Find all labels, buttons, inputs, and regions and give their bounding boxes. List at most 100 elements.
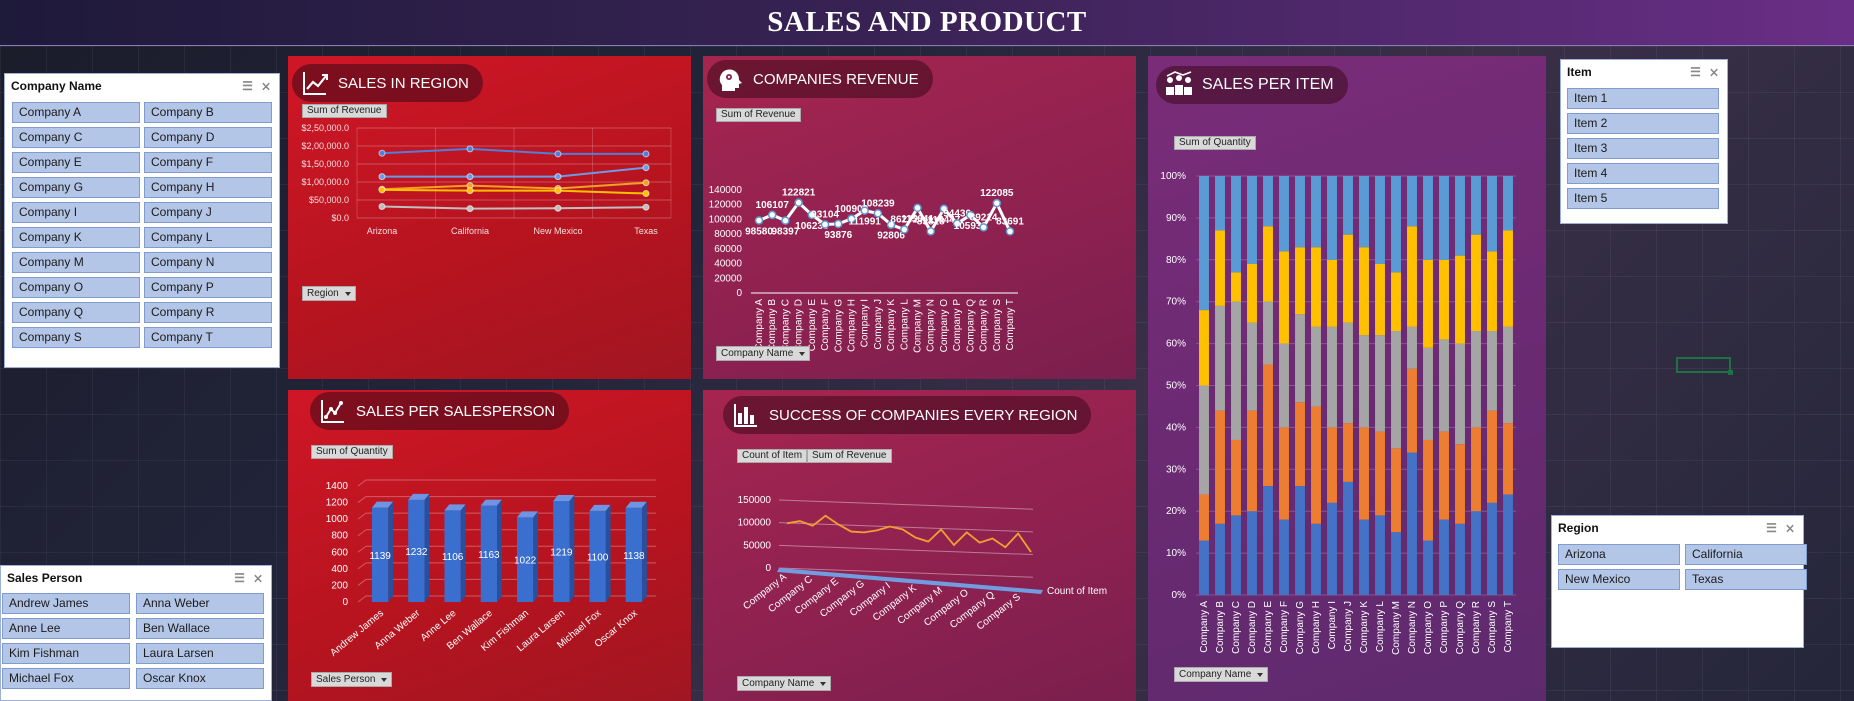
y-tick-label: 40% (1166, 422, 1186, 433)
gridline (778, 544, 1034, 556)
stacked-bar-segment (1391, 448, 1401, 533)
stacked-bar-segment (1423, 259, 1433, 348)
company-axis-dropdown[interactable]: Company Name (737, 676, 832, 691)
slicer-item[interactable]: California (1685, 544, 1807, 565)
slicer-item[interactable]: Company Q (12, 302, 140, 323)
slicer-item[interactable]: Company P (144, 277, 272, 298)
company-axis-dropdown[interactable]: Company Name (1174, 667, 1269, 682)
dashboard-title: SALES AND PRODUCT (767, 6, 1087, 38)
slicer-title: Company Name (11, 79, 102, 93)
stacked-bar-segment (1343, 322, 1353, 424)
stacked-bar-segment (1487, 331, 1497, 411)
companies-revenue-chart: 140000 120000 100000 80000 60000 40000 20000 0 9… (709, 185, 1025, 353)
slicer-item[interactable]: Texas (1685, 569, 1807, 590)
y-tick-label: 70% (1166, 297, 1186, 308)
slicer-item[interactable]: Company J (144, 202, 272, 223)
slicer-item[interactable]: Company O (12, 277, 140, 298)
data-point (642, 164, 650, 172)
slicer-item[interactable]: Company H (144, 177, 272, 198)
stacked-bar-segment (1471, 234, 1481, 332)
slicer-item[interactable]: Company N (144, 252, 272, 273)
stacked-bar-segment (1359, 427, 1369, 520)
x-tick-label: Company I (860, 299, 871, 347)
slicer-item[interactable]: Company L (144, 227, 272, 248)
slicer-item[interactable]: New Mexico (1558, 569, 1680, 590)
slicer-item[interactable]: Anna Weber (136, 593, 264, 614)
slicer-item[interactable]: Company E (12, 152, 140, 173)
slicer-item[interactable]: Company F (144, 152, 272, 173)
slicer-item[interactable]: Item 2 (1567, 113, 1719, 134)
region-axis-dropdown[interactable]: Region (302, 286, 356, 301)
selected-cell[interactable] (1676, 357, 1733, 375)
clear-filter-icon[interactable]: ⨯ (253, 571, 263, 585)
y-tick-label: 60% (1166, 339, 1186, 350)
x-tick-label: Company H (1311, 601, 1322, 654)
multi-select-icon[interactable]: ☰ (1766, 521, 1777, 535)
data-point (926, 227, 935, 236)
slicer-item[interactable]: Andrew James (2, 593, 130, 614)
y-tick-label: 100% (1160, 171, 1186, 182)
sales-in-region-chart: $2,50,000.0 $2,00,000.0 $1,50,000.0 $1,00,0… (301, 123, 672, 236)
data-label: 1022 (514, 556, 537, 567)
y-tick-label: 200 (331, 580, 348, 591)
slicer-item[interactable]: Company C (12, 127, 140, 148)
stacked-bar-segment (1327, 502, 1337, 595)
stacked-bar-segment (1455, 255, 1465, 344)
slicer-item[interactable]: Item 3 (1567, 138, 1719, 159)
slicer-item[interactable]: Company I (12, 202, 140, 223)
data-point (378, 186, 386, 194)
slicer-item[interactable]: Company R (144, 302, 272, 323)
y-tick-label: 50% (1166, 381, 1186, 392)
slicer-item[interactable]: Item 5 (1567, 188, 1719, 209)
y-tick-label: 0% (1172, 590, 1187, 601)
slicer-item[interactable]: Arizona (1558, 544, 1680, 565)
slicer-item[interactable]: Michael Fox (2, 668, 130, 689)
stacked-bar-segment (1423, 176, 1433, 260)
multi-select-icon[interactable]: ☰ (1690, 65, 1701, 79)
data-point (820, 220, 830, 229)
stacked-bar-segment (1215, 410, 1225, 524)
slicer-item[interactable]: Kim Fishman (2, 643, 130, 664)
y-tick-label: 10% (1166, 548, 1186, 559)
slicer-item[interactable]: Company A (12, 102, 140, 123)
y-tick-label: 1400 (326, 481, 349, 492)
slicer-item[interactable]: Ben Wallace (136, 618, 264, 639)
slicer-item[interactable]: Oscar Knox (136, 668, 264, 689)
x-tick-label: Company N (926, 299, 937, 352)
slicer-item[interactable]: Company K (12, 227, 140, 248)
stacked-bar-segment (1263, 176, 1273, 227)
gridline (357, 512, 656, 520)
y-tick-label: 90% (1166, 213, 1186, 224)
x-tick-label: Company B (767, 299, 778, 352)
stacked-bar-segment (1199, 385, 1209, 495)
data-point (554, 150, 562, 158)
slicer-item[interactable]: Item 4 (1567, 163, 1719, 184)
company-axis-dropdown[interactable]: Company Name (716, 346, 811, 361)
slicer-item[interactable]: Company B (144, 102, 272, 123)
x-tick-label: Company Q (965, 299, 976, 353)
multi-select-icon[interactable]: ☰ (234, 571, 245, 585)
slicer-item[interactable]: Company S (12, 327, 140, 348)
stacked-bar-segment (1343, 423, 1353, 482)
stacked-bar-segment (1279, 519, 1289, 595)
slicer-item[interactable]: Company G (12, 177, 140, 198)
salesperson-axis-dropdown[interactable]: Sales Person (311, 672, 393, 687)
stacked-bar-segment (1407, 326, 1417, 369)
x-tick-label: New Mexico (533, 226, 582, 236)
multi-select-icon[interactable]: ☰ (242, 79, 253, 93)
clear-filter-icon[interactable]: ⨯ (261, 79, 271, 93)
slicer-item[interactable]: Company M (12, 252, 140, 273)
slicer-title: Item (1567, 65, 1592, 79)
clear-filter-icon[interactable]: ⨯ (1709, 65, 1719, 79)
slicer-item[interactable]: Anne Lee (2, 618, 130, 639)
slicer-item[interactable]: Company T (144, 327, 272, 348)
slicer-item[interactable]: Item 1 (1567, 88, 1719, 109)
y-tick-label: 40000 (714, 259, 742, 270)
clear-filter-icon[interactable]: ⨯ (1785, 521, 1795, 535)
slicer-item[interactable]: Laura Larsen (136, 643, 264, 664)
stacked-bar-segment (1487, 251, 1497, 332)
slicer-item[interactable]: Company D (144, 127, 272, 148)
gridline (357, 479, 656, 487)
x-tick-label: Company S (1487, 601, 1498, 654)
x-tick-label: Company F (1279, 601, 1290, 653)
